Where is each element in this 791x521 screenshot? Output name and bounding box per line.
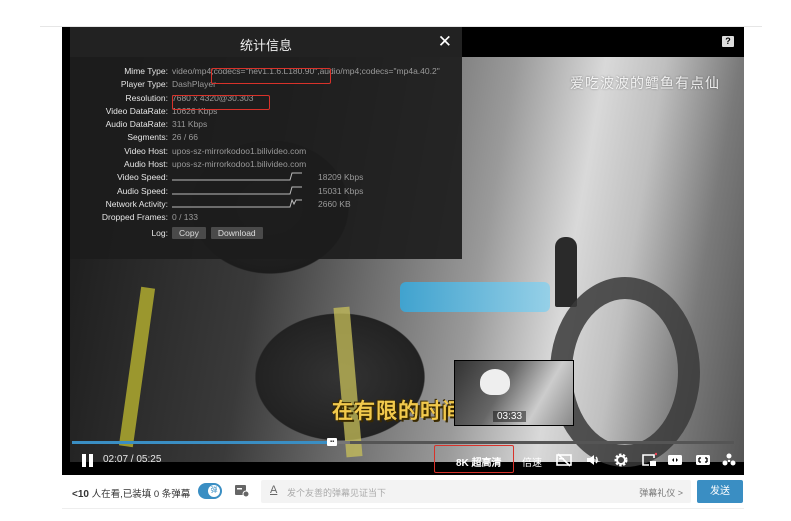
danmaku-off-icon[interactable] (556, 452, 572, 468)
video-scene-element (555, 237, 577, 307)
stats-label: Video Speed: (117, 172, 168, 183)
stats-label: Network Activity: (105, 198, 168, 209)
stats-label: Dropped Frames: (101, 212, 168, 223)
stats-value: DashPlayer (172, 79, 216, 90)
stats-row-network-activity: Network Activity: 2660 KB (70, 198, 462, 211)
font-style-icon[interactable]: A (270, 484, 277, 496)
pause-icon (82, 454, 86, 467)
stats-label: Video DataRate: (105, 105, 168, 116)
stats-label: Player Type: (120, 79, 168, 90)
danmaku-toggle-knob: 弹 (208, 485, 220, 497)
stats-title: 统计信息 (239, 38, 292, 53)
network-activity-graph (172, 198, 302, 208)
stats-row-segments: Segments: 26 / 66 (70, 131, 462, 144)
stats-value: 15031 Kbps (318, 185, 364, 196)
stats-label: Video Host: (124, 145, 168, 156)
codec-highlight-box (211, 68, 331, 84)
stats-value: 2660 KB (318, 198, 351, 209)
settings-gear-icon[interactable] (613, 452, 629, 468)
stats-row-dropped-frames: Dropped Frames: 0 / 133 (70, 211, 462, 224)
video-scene-element (333, 306, 363, 458)
stats-row-audio-datarate: Audio DataRate: 311 Kbps (70, 118, 462, 131)
stats-row-video-host: Video Host: upos-sz-mirrorkodoo1.bilivide… (70, 145, 462, 158)
help-icon[interactable]: ? (722, 36, 734, 47)
viewer-count: <10 人在看,已装填 0 条弹幕 (72, 486, 190, 500)
thumbnail-scene (480, 369, 510, 395)
stats-label: Segments: (127, 132, 168, 143)
video-scene-element (400, 282, 550, 312)
thumbnail-time: 03:33 (493, 411, 527, 422)
send-danmaku-button[interactable]: 发送 (697, 480, 743, 503)
danmaku-bar: <10 人在看,已装填 0 条弹幕 弹 A 发个友善的弹幕见证当下 弹幕礼仪 >… (62, 475, 744, 509)
stats-label: Audio Speed: (116, 185, 168, 196)
stats-row-audio-speed: Audio Speed: 15031 Kbps (70, 185, 462, 198)
stats-value: 26 / 66 (172, 132, 198, 143)
download-log-button[interactable]: Download (210, 226, 263, 239)
copy-log-button[interactable]: Copy (172, 226, 206, 239)
video-scene-element (118, 286, 156, 448)
fullscreen-icon[interactable] (721, 452, 737, 468)
close-icon[interactable]: ✕ (438, 32, 452, 52)
stats-label: Resolution: (125, 92, 168, 103)
stats-value: 0 / 133 (172, 212, 198, 223)
current-time: 02:07 (103, 454, 129, 465)
progress-bar[interactable]: ▪▪ (72, 438, 734, 446)
stats-label: Mime Type: (124, 66, 168, 76)
stats-panel: 统计信息 ✕ Mime Type: video/mp4;codecs="hev1.… (70, 27, 462, 259)
stats-body: Mime Type: video/mp4;codecs="hev1.1.6.L18… (70, 65, 462, 240)
danmaku-toggle[interactable]: 弹 (198, 483, 222, 499)
stats-row-audio-host: Audio Host: upos-sz-mirrorkodoo1.bilivide… (70, 158, 462, 171)
stats-value: upos-sz-mirrorkodoo1.bilivideo.com (172, 159, 307, 170)
stats-value: 311 Kbps (172, 119, 208, 130)
time-display: 02:07 / 05:25 (103, 454, 161, 465)
control-bar: 02:07 / 05:25 8K 超高清 倍速 (62, 445, 744, 475)
video-player[interactable]: ? 爱吃波波的鳕鱼有点仙 在有限的时间 03:33 统计信息 ✕ Mime Ty… (62, 27, 744, 475)
picture-in-picture-icon[interactable] (641, 452, 658, 468)
progress-handle[interactable]: ▪▪ (327, 438, 338, 446)
uploader-watermark: 爱吃波波的鳕鱼有点仙 (570, 75, 720, 91)
stats-label: Audio Host: (124, 159, 168, 170)
danmaku-placeholder: 发个友善的弹幕见证当下 (287, 488, 387, 498)
stats-row-video-speed: Video Speed: 18209 Kbps (70, 171, 462, 184)
pause-button[interactable] (82, 454, 94, 467)
preview-thumbnail: 03:33 (454, 360, 574, 426)
danmaku-settings-icon[interactable] (234, 484, 250, 498)
resolution-highlight-box (172, 95, 270, 110)
stats-value: upos-sz-mirrorkodoo1.bilivideo.com (172, 145, 307, 156)
quality-selector[interactable]: 8K 超高清 (456, 454, 502, 469)
pause-icon (89, 454, 93, 467)
stats-label: Audio DataRate: (105, 119, 168, 130)
stats-value: 18209 Kbps (318, 172, 364, 183)
web-fullscreen-icon[interactable] (695, 452, 711, 468)
volume-icon[interactable] (585, 452, 601, 468)
video-subtitle: 在有限的时间 (332, 400, 464, 423)
stats-label: Log: (151, 227, 168, 238)
viewer-number: <10 (72, 489, 89, 500)
video-speed-graph (172, 171, 302, 181)
total-time: 05:25 (136, 454, 162, 465)
widescreen-icon[interactable] (667, 452, 683, 468)
stats-row-log: Log: Copy Download (70, 226, 462, 240)
danmaku-etiquette-link[interactable]: 弹幕礼仪 > (639, 486, 683, 499)
danmaku-input[interactable]: A 发个友善的弹幕见证当下 弹幕礼仪 > (261, 480, 691, 503)
audio-speed-graph (172, 185, 302, 195)
playback-speed-button[interactable]: 倍速 (522, 454, 542, 469)
stats-header: 统计信息 ✕ (70, 27, 462, 57)
progress-played (72, 441, 333, 444)
viewer-text: 人在看,已装填 0 条弹幕 (88, 489, 191, 500)
